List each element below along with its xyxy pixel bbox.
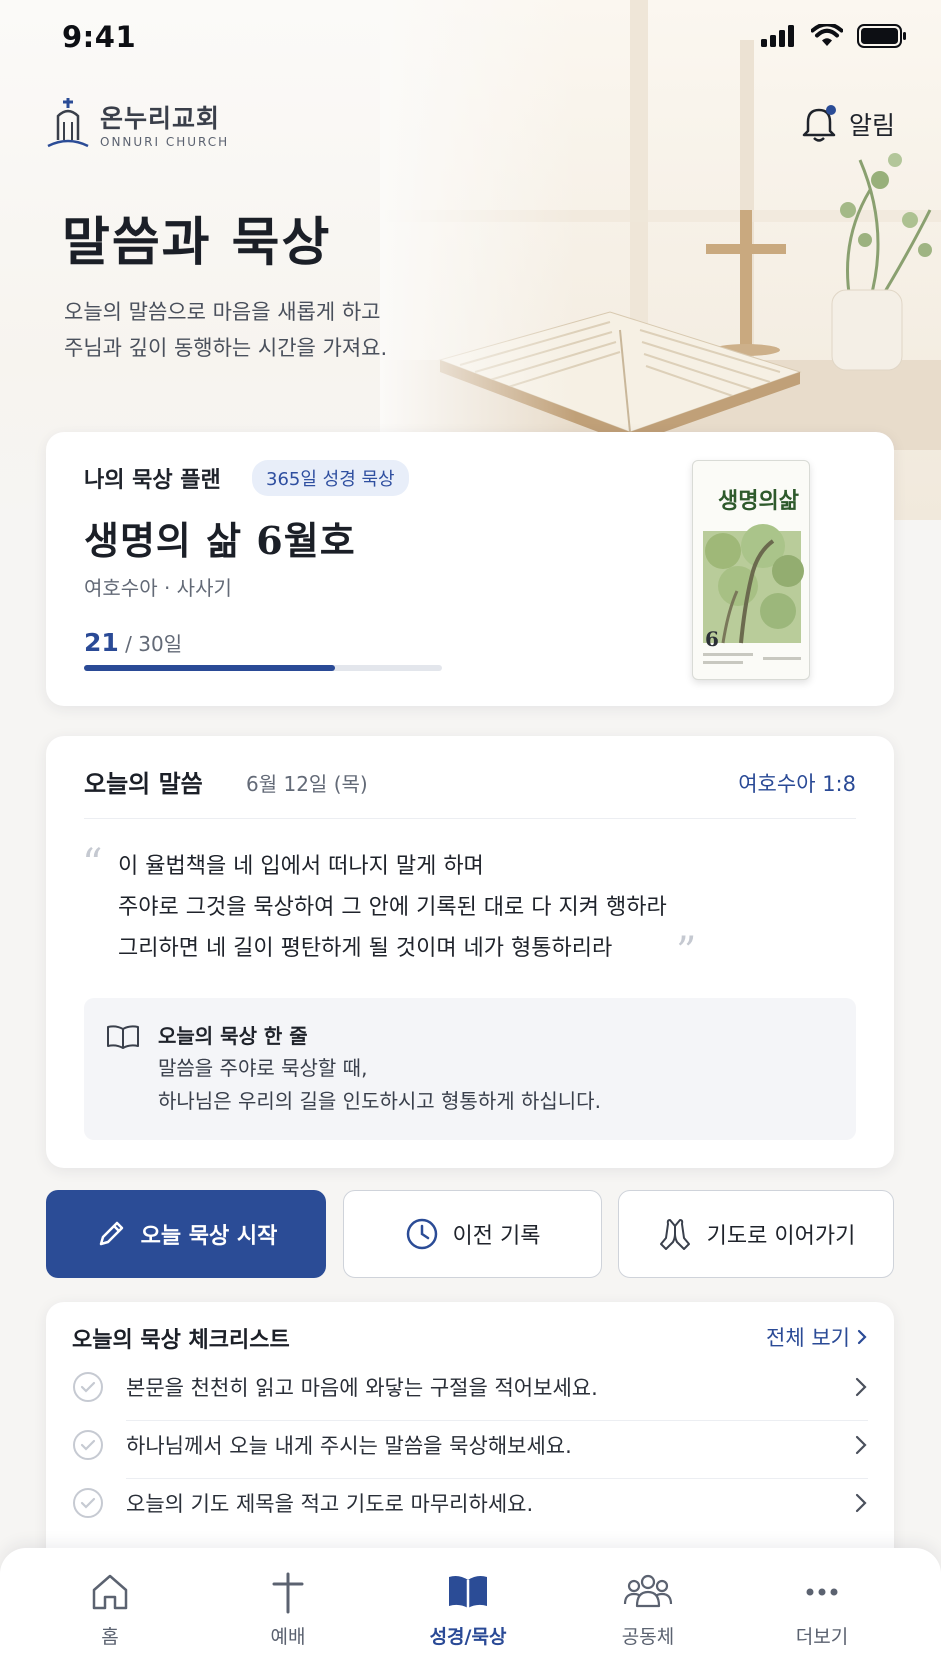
pencil-icon [99,1221,123,1246]
meditation-line: 하나님은 우리의 길을 인도하시고 형통하게 하십니다. [158,1089,601,1113]
notification-button[interactable]: 알림 [799,104,895,144]
start-meditation-label: 오늘 묵상 시작 [140,1224,278,1249]
subtitle-line: 오늘의 말씀으로 마음을 새롭게 하고 [64,300,381,324]
word-reference-link[interactable]: 여호수아 1:8 [738,768,856,798]
praying-hands-icon [659,1219,690,1250]
verse-line: 그리하면 네 길이 평탄하게 될 것이며 네가 형통하리라 [118,936,613,961]
plan-total-days: / 30일 [125,632,183,656]
tab-bible-meditation[interactable]: 성경/묵상 [408,1570,528,1649]
page-subtitle: 오늘의 말씀으로 마음을 새롭게 하고 주님과 깊이 동행하는 시간을 가져요. [64,294,387,366]
people-group-icon [623,1574,673,1608]
check-circle-icon [73,1372,103,1402]
checklist-item-text: 하나님께서 오늘 내게 주시는 말씀을 묵상해보세요. [126,1434,572,1458]
verse-line: 주야로 그것을 묵상하여 그 안에 기록된 대로 다 지켜 행하라 [118,895,667,920]
meditation-title: 오늘의 묵상 한 줄 [158,1024,308,1048]
plan-progress-text: 21 / 30일 [84,628,182,657]
meditation-checklist-card: 오늘의 묵상 체크리스트 전체 보기 본문을 천천히 읽고 마음에 와닿는 구절… [46,1302,894,1582]
church-cross-logo-icon [47,98,89,148]
checklist-item[interactable]: 하나님께서 오늘 내게 주시는 말씀을 묵상해보세요. [72,1416,868,1474]
meditation-plan-card[interactable]: 나의 묵상 플랜 365일 성경 묵상 생명의 삶 6월호 여호수아 · 사사기… [46,432,894,706]
open-book-icon [107,1025,139,1049]
subtitle-line: 주님과 깊이 동행하는 시간을 가져요. [64,336,388,360]
word-date: 6월 12일 (목) [246,772,368,796]
chevron-right-icon [855,1435,867,1455]
bell-icon [802,105,836,142]
meditation-line: 말씀을 주야로 묵상할 때, [158,1056,368,1080]
view-all-label: 전체 보기 [766,1326,850,1350]
verse-line: 이 율법책을 네 입에서 떠나지 말게 하며 [118,854,484,879]
plan-badge: 365일 성경 묵상 [252,460,409,496]
plan-books: 여호수아 · 사사기 [84,576,232,600]
tab-label: 공동체 [621,1626,675,1648]
plan-progress-bar [84,665,442,671]
notification-label: 알림 [848,111,895,140]
history-button[interactable]: 이전 기록 [343,1190,602,1278]
plan-label: 나의 묵상 플랜 [84,468,221,493]
logo-english-text: ONNURI CHURCH [100,135,230,149]
tab-label: 예배 [270,1626,306,1648]
tab-label: 성경/묵상 [429,1626,507,1648]
checklist-item-text: 오늘의 기도 제목을 적고 기도로 마무리하세요. [126,1492,534,1516]
signal-icon [761,25,794,47]
tab-worship[interactable]: 예배 [228,1570,348,1649]
bottom-tab-bar: 홈 예배 성경/묵상 공동체 더보기 [0,1548,941,1672]
tab-more[interactable]: 더보기 [762,1570,882,1649]
tab-label: 홈 [101,1626,119,1648]
check-circle-icon [73,1430,103,1460]
start-meditation-button[interactable]: 오늘 묵상 시작 [46,1190,326,1278]
chevron-right-icon [855,1493,867,1513]
home-icon [92,1574,128,1610]
battery-icon [857,24,906,48]
status-bar: 9:41 [0,0,941,80]
history-label: 이전 기록 [452,1224,541,1249]
tab-community[interactable]: 공동체 [588,1570,708,1649]
plan-title: 생명의 삶 6월호 [84,518,356,563]
chevron-right-icon [855,1377,867,1397]
plan-progress-fill [84,665,335,671]
more-dots-icon [806,1588,838,1596]
status-icons [761,24,907,48]
clock-icon [406,1218,437,1250]
tab-home[interactable]: 홈 [50,1570,170,1649]
page-title: 말씀과 묵상 [62,212,332,273]
divider [84,818,856,819]
magazine-cover[interactable]: 생명의삶 6 [692,460,810,680]
tab-label: 더보기 [795,1626,849,1648]
checklist-item[interactable]: 오늘의 기도 제목을 적고 기도로 마무리하세요. [72,1474,868,1532]
verse-text: 이 율법책을 네 입에서 떠나지 말게 하며 주야로 그것을 묵상하여 그 안에… [118,846,667,969]
open-quote-icon: “ [82,841,103,887]
meditation-body: 말씀을 주야로 묵상할 때, 하나님은 우리의 길을 인도하시고 형통하게 하십… [158,1052,601,1118]
logo-korean-text: 온누리교회 [100,104,221,133]
plan-current-day: 21 [84,628,119,657]
continue-prayer-button[interactable]: 기도로 이어가기 [618,1190,894,1278]
cover-issue-number: 6 [705,627,719,651]
checklist-item-text: 본문을 천천히 읽고 마음에 와닿는 구절을 적어보세요. [126,1376,598,1400]
todays-word-card: 오늘의 말씀 6월 12일 (목) 여호수아 1:8 “ 이 율법책을 네 입에… [46,736,894,1168]
wifi-icon [811,24,843,46]
chevron-right-icon [857,1329,867,1345]
church-logo[interactable]: 온누리교회 ONNURI CHURCH [46,96,229,150]
meditation-box: 오늘의 묵상 한 줄 말씀을 주야로 묵상할 때, 하나님은 우리의 길을 인도… [84,998,856,1140]
check-circle-icon [73,1488,103,1518]
status-time: 9:41 [62,20,137,54]
continue-prayer-label: 기도로 이어가기 [706,1224,856,1249]
word-heading: 오늘의 말씀 [84,770,203,798]
checklist-item[interactable]: 본문을 천천히 읽고 마음에 와닿는 구절을 적어보세요. [72,1358,868,1416]
bible-book-icon [449,1576,487,1608]
checklist-heading: 오늘의 묵상 체크리스트 [72,1328,290,1353]
cross-icon [272,1572,304,1614]
close-quote-icon: ” [676,929,697,975]
view-all-link[interactable]: 전체 보기 [766,1322,868,1352]
